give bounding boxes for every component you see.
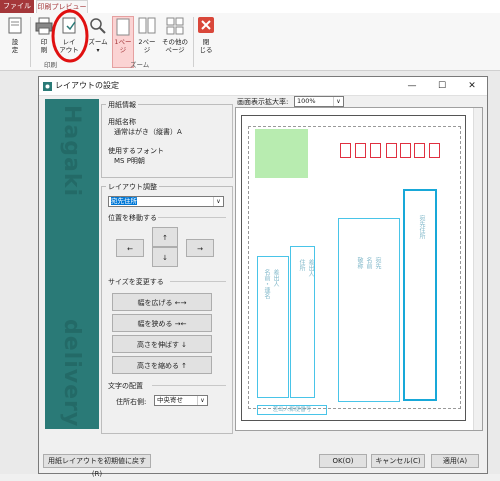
maximize-icon[interactable]: ☐: [427, 77, 457, 95]
widen-button[interactable]: 幅を広げる ←→: [112, 293, 212, 311]
magnifier-icon: [90, 18, 106, 34]
zoom-label: 画面表示拡大率:: [237, 98, 289, 106]
move-right-button[interactable]: →: [186, 239, 214, 257]
dialog-title: レイアウトの設定: [55, 81, 119, 90]
zip-box-3: [370, 143, 381, 158]
shorter-button[interactable]: 高さを縮める ↑: [112, 356, 212, 374]
zip-box-6: [414, 143, 425, 158]
divider: [170, 281, 226, 282]
apply-button[interactable]: 適用(A): [431, 454, 479, 468]
postcard: 宛先住所 宛先 名前 敬称 差出人 住所 差出人 名前・連名 差出人郵便番号: [241, 115, 466, 421]
postcard-preview: 宛先住所 宛先 名前 敬称 差出人 住所 差出人 名前・連名 差出人郵便番号: [235, 107, 483, 431]
field-select-value: 宛先住所: [111, 197, 137, 205]
close-icon: [198, 17, 214, 33]
move-up-button[interactable]: ↑: [152, 227, 178, 247]
font-label: 使用するフォント: [108, 147, 164, 155]
preview-scrollbar[interactable]: [473, 108, 482, 430]
sender-address-text: 差出人 住所: [298, 259, 314, 277]
two-pages-icon: [138, 17, 156, 34]
zip-box-2: [355, 143, 366, 158]
paper-info-panel: 用紙情報 用紙名称 通常はがき（縦書）A 使用するフォント MS P明朝: [101, 100, 233, 178]
addressee-address-text: 宛先住所: [418, 215, 425, 239]
zip-box-4: [386, 143, 397, 158]
tab-file[interactable]: ファイル: [0, 0, 34, 13]
one-page-label: 1ペー ジ: [114, 38, 132, 54]
font-value: MS P明朝: [114, 157, 145, 165]
stamp-area: [255, 129, 308, 178]
settings-label: 設 定: [11, 38, 19, 54]
settings-button[interactable]: 設 定: [4, 17, 26, 67]
layout-adjust-heading: レイアウト調整: [106, 182, 159, 192]
address-align-select[interactable]: 中央寄せ ∨: [154, 395, 208, 406]
paper-info-heading: 用紙情報: [106, 100, 138, 110]
address-column-label: 住所右側:: [116, 398, 147, 406]
divider: [30, 17, 31, 67]
other-pages-button[interactable]: その他の ページ: [160, 17, 190, 67]
paper-name-value: 通常はがき（縦書）A: [114, 128, 182, 136]
zip-box-1: [340, 143, 351, 158]
layout-adjust-panel: レイアウト調整 宛先住所 ∨ 位置を移動する ↑ ← → ↓ サイズを変更する …: [101, 182, 233, 434]
zip-box-5: [400, 143, 411, 158]
sidebar-watermark-bottom: delivery: [59, 319, 84, 428]
app-icon: [43, 82, 52, 91]
move-down-button[interactable]: ↓: [152, 247, 178, 267]
field-select[interactable]: 宛先住所 ∨: [108, 196, 224, 207]
page-setup-icon: [8, 17, 22, 34]
highlight-circle: [51, 9, 89, 63]
addressee-address-field[interactable]: 宛先住所: [403, 189, 437, 401]
zoom-value: 100%: [297, 97, 316, 105]
close-label: 閉 じる: [199, 38, 213, 54]
reset-layout-button[interactable]: 用紙レイアウトを初期値に戻す(R): [43, 454, 151, 478]
multi-page-icon: [166, 17, 184, 35]
narrow-button[interactable]: 幅を狭める →←: [112, 314, 212, 332]
sidebar-watermark-top: Hagaki: [59, 105, 84, 198]
address-align-value: 中央寄せ: [157, 396, 183, 404]
divider: [158, 217, 226, 218]
chevron-down-icon: ∨: [333, 97, 343, 106]
zoom-select[interactable]: 100% ∨: [294, 96, 344, 107]
group-zoom-label: ズーム: [130, 61, 150, 69]
sender-zip-field[interactable]: 差出人郵便番号: [257, 405, 327, 415]
divider: [152, 385, 226, 386]
paper-name-label: 用紙名称: [108, 118, 136, 126]
sender-name-text: 差出人 名前・連名: [263, 269, 279, 299]
addressee-name-field[interactable]: 宛先 名前 敬称: [338, 218, 400, 402]
single-page-icon: [116, 18, 130, 36]
divider: [193, 17, 194, 67]
close-icon[interactable]: ✕: [457, 77, 487, 95]
text-align-label: 文字の配置: [108, 382, 143, 390]
other-pages-label: その他の ページ: [162, 38, 188, 54]
dialog-titlebar: レイアウトの設定 — ☐ ✕: [39, 77, 487, 96]
taller-button[interactable]: 高さを伸ばす ↓: [112, 335, 212, 353]
close-preview-button[interactable]: 閉 じる: [196, 17, 216, 67]
decorative-sidebar: Hagaki delivery: [45, 99, 99, 429]
ok-button[interactable]: OK(O): [319, 454, 367, 468]
move-left-button[interactable]: ←: [116, 239, 144, 257]
sender-address-field[interactable]: 差出人 住所: [290, 246, 315, 398]
chevron-down-icon: ∨: [197, 396, 207, 405]
move-label: 位置を移動する: [108, 214, 157, 222]
two-pages-label: 2ペー ジ: [138, 38, 156, 54]
minimize-icon[interactable]: —: [397, 77, 427, 95]
layout-settings-dialog: レイアウトの設定 — ☐ ✕ Hagaki delivery 用紙情報 用紙名称…: [38, 76, 488, 478]
sender-name-field[interactable]: 差出人 名前・連名: [257, 256, 289, 398]
chevron-down-icon: ∨: [213, 197, 223, 206]
zip-box-7: [429, 143, 440, 158]
addressee-name-text: 宛先 名前 敬称: [356, 257, 381, 269]
resize-label: サイズを変更する: [108, 278, 164, 286]
cancel-button[interactable]: キャンセル(C): [371, 454, 425, 468]
